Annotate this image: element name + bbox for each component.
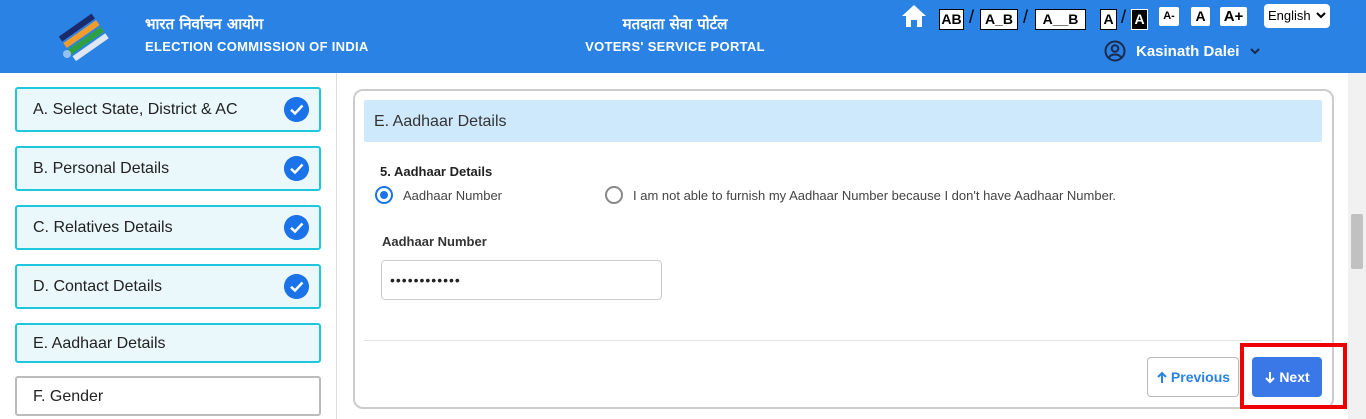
user-menu[interactable]: Kasinath Dalei [1104, 40, 1261, 62]
previous-button-label: Previous [1170, 369, 1231, 385]
portal-hindi-title: मतदाता सेवा पोर्टल [622, 15, 728, 33]
separator: / [969, 7, 975, 27]
font-decrease-button[interactable]: A- [1159, 7, 1179, 26]
home-icon[interactable] [900, 3, 928, 29]
check-circle-icon [284, 156, 309, 181]
check-circle-icon [284, 215, 309, 240]
language-select[interactable]: English [1264, 4, 1330, 28]
next-button-label: Next [1279, 369, 1310, 385]
check-circle-icon [284, 274, 309, 299]
aadhaar-number-radio-label[interactable]: Aadhaar Number [403, 188, 502, 203]
step-label: A. Select State, District & AC [33, 101, 238, 118]
question-label: 5. Aadhaar Details [380, 164, 493, 179]
chevron-down-icon [1250, 48, 1261, 55]
step-select-state[interactable]: A. Select State, District & AC [15, 87, 321, 132]
font-increase-button[interactable]: A+ [1220, 7, 1247, 26]
section-title: E. Aadhaar Details [374, 113, 507, 130]
step-aadhaar-details[interactable]: E. Aadhaar Details [15, 323, 321, 363]
next-button[interactable]: Next [1252, 357, 1322, 397]
aadhaar-number-label: Aadhaar Number [382, 234, 487, 249]
letter-spacing-medium-button[interactable]: A_B [980, 9, 1018, 30]
eci-hindi-title: भारत निर्वाचन आयोग [145, 15, 264, 33]
step-gender[interactable]: F. Gender [15, 376, 321, 416]
separator: / [1121, 7, 1127, 27]
previous-button[interactable]: Previous [1147, 357, 1239, 397]
no-aadhaar-radio-label[interactable]: I am not able to furnish my Aadhaar Numb… [633, 188, 1116, 203]
font-normal-button[interactable]: A [1191, 7, 1210, 26]
scrollbar-thumb[interactable] [1351, 214, 1363, 269]
no-aadhaar-radio[interactable] [605, 186, 623, 204]
user-name: Kasinath Dalei [1136, 42, 1240, 60]
letter-spacing-normal-button[interactable]: AB [939, 9, 964, 30]
user-avatar-icon [1104, 40, 1126, 62]
arrow-up-icon [1157, 371, 1167, 383]
language-value: English [1268, 8, 1311, 23]
step-label: C. Relatives Details [33, 219, 173, 236]
aadhaar-number-input[interactable]: •••••••••••• [381, 260, 662, 300]
sidebar-divider [336, 73, 337, 419]
step-label: E. Aadhaar Details [33, 335, 166, 352]
chevron-down-icon [1316, 12, 1326, 19]
high-contrast-button[interactable]: A [1131, 9, 1148, 30]
check-circle-icon [284, 97, 309, 122]
section-header: E. Aadhaar Details [364, 100, 1322, 142]
eci-logo-icon [58, 13, 109, 62]
aadhaar-number-radio[interactable] [375, 186, 393, 204]
step-personal-details[interactable]: B. Personal Details [15, 146, 321, 191]
app-header: भारत निर्वाचन आयोग ELECTION COMMISSION O… [0, 0, 1366, 73]
normal-contrast-button[interactable]: A [1100, 9, 1117, 30]
eci-english-title: ELECTION COMMISSION OF INDIA [145, 39, 369, 54]
form-footer-divider [364, 340, 1322, 341]
arrow-down-icon [1265, 371, 1276, 383]
letter-spacing-wide-button[interactable]: A__B [1035, 9, 1086, 30]
step-label: F. Gender [33, 388, 104, 405]
step-label: D. Contact Details [33, 278, 162, 295]
separator: / [1023, 7, 1029, 27]
step-label: B. Personal Details [33, 160, 170, 177]
portal-english-title: VOTERS' SERVICE PORTAL [585, 39, 765, 54]
step-relatives-details[interactable]: C. Relatives Details [15, 205, 321, 250]
step-contact-details[interactable]: D. Contact Details [15, 264, 321, 309]
